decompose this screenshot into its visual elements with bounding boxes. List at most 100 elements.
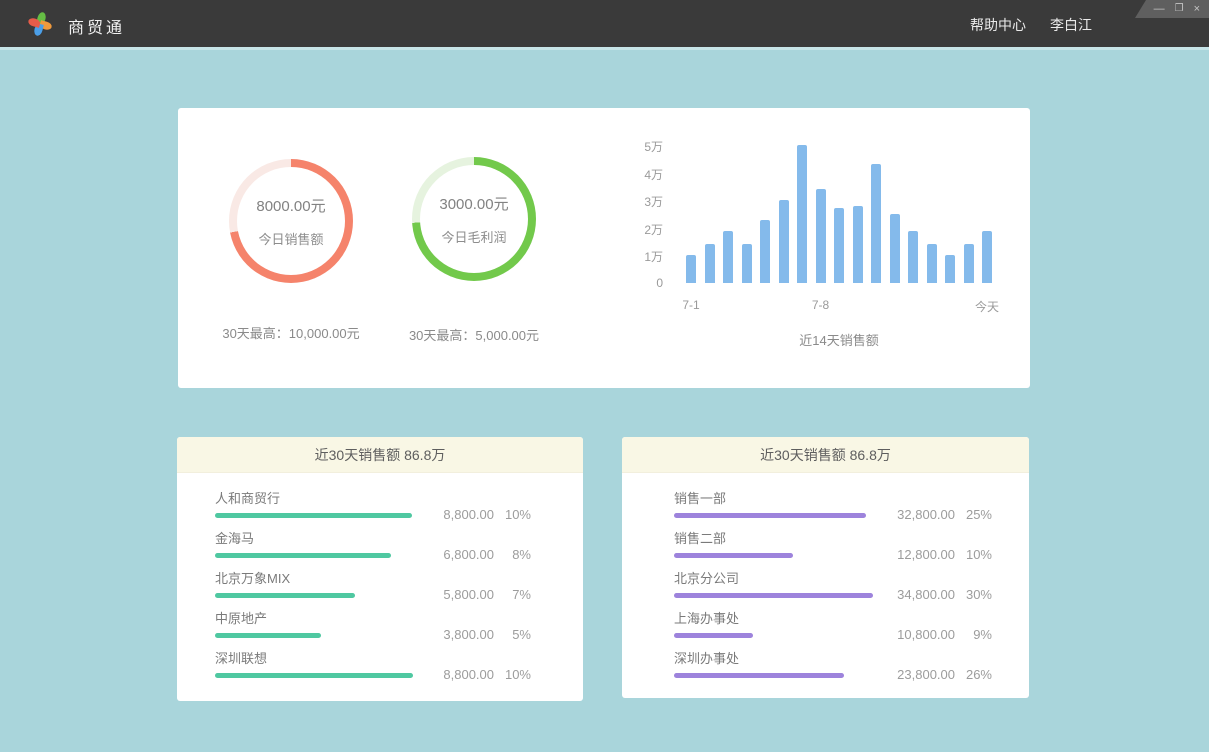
help-center-link[interactable]: 帮助中心 (970, 15, 1026, 35)
rank-bar (215, 553, 391, 558)
rank-percent: 7% (494, 587, 531, 602)
rank-percent: 25% (955, 507, 992, 522)
topbar-highlight-strip (0, 47, 1209, 50)
rank-list: 人和商贸行 8,800.00 10% 金海马 6,800.00 8% 北京万象M… (215, 473, 531, 678)
bar-plot (686, 145, 992, 283)
today-profit-value: 3000.00元 (439, 193, 508, 214)
app-window: 商贸通 帮助中心 李白江 — ❐ × 8000.00元 今日销售额 30天最高：… (0, 0, 1209, 752)
bar-day-2 (705, 244, 715, 283)
rank-percent: 10% (494, 507, 531, 522)
rank-amount: 12,800.00 (897, 547, 955, 562)
window-controls: — ❐ × (1135, 0, 1209, 18)
topbar: 商贸通 帮助中心 李白江 — ❐ × (0, 0, 1209, 47)
bar-day-4 (742, 244, 752, 283)
rank-amount: 5,800.00 (443, 587, 494, 602)
card-title: 近30天销售额 86.8万 (622, 437, 1029, 473)
rank-row: 北京分公司 34,800.00 30% (674, 570, 992, 598)
rank-label: 销售二部 (674, 530, 992, 547)
rank-label: 深圳办事处 (674, 650, 992, 667)
bar-y-axis: 5万 4万 3万 2万 1万 0 (598, 138, 663, 290)
bar-day-10 (853, 206, 863, 283)
close-button[interactable]: × (1194, 4, 1200, 15)
bar-day-7 (797, 145, 807, 283)
rank-bar (674, 593, 873, 598)
rank-amount: 3,800.00 (443, 627, 494, 642)
rank-bar (215, 513, 412, 518)
y-tick: 3万 (598, 193, 663, 210)
rank-values: 23,800.00 26% (897, 667, 992, 682)
rank-amount: 6,800.00 (443, 547, 494, 562)
user-menu[interactable]: 李白江 (1050, 15, 1092, 35)
bar-day-11 (871, 164, 881, 283)
rank-label: 中原地产 (215, 610, 531, 627)
bar-day-16 (964, 244, 974, 283)
rank-percent: 10% (955, 547, 992, 562)
rank-bar (674, 633, 753, 638)
rank-row: 人和商贸行 8,800.00 10% (215, 490, 531, 518)
rank-values: 3,800.00 5% (443, 627, 531, 642)
bar-day-12 (890, 214, 900, 283)
rank-values: 12,800.00 10% (897, 547, 992, 562)
bar-day-9 (834, 208, 844, 283)
bar-x-axis: 7-17-8今天 (686, 298, 992, 314)
maximize-button[interactable]: ❐ (1175, 4, 1184, 14)
rank-label: 北京万象MIX (215, 570, 531, 587)
rank-label: 人和商贸行 (215, 490, 531, 507)
rank-amount: 34,800.00 (897, 587, 955, 602)
rank-label: 销售一部 (674, 490, 992, 507)
rank-label: 金海马 (215, 530, 531, 547)
customer-rank-card: 近30天销售额 86.8万 人和商贸行 8,800.00 10% 金海马 6,8… (177, 437, 583, 701)
rank-bar (674, 553, 793, 558)
bar-chart-title: 近14天销售额 (686, 330, 992, 349)
card-title: 近30天销售额 86.8万 (177, 437, 583, 473)
rank-bar (674, 673, 844, 678)
rank-values: 34,800.00 30% (897, 587, 992, 602)
rank-amount: 10,800.00 (897, 627, 955, 642)
rank-amount: 32,800.00 (897, 507, 955, 522)
rank-row: 上海办事处 10,800.00 9% (674, 610, 992, 638)
rank-percent: 8% (494, 547, 531, 562)
y-tick: 0 (598, 276, 663, 290)
y-tick: 5万 (598, 138, 663, 155)
rank-row: 销售二部 12,800.00 10% (674, 530, 992, 558)
rank-values: 6,800.00 8% (443, 547, 531, 562)
minimize-button[interactable]: — (1154, 4, 1165, 15)
rank-amount: 8,800.00 (443, 667, 494, 682)
rank-percent: 10% (494, 667, 531, 682)
today-sales-donut-center: 8000.00元 今日销售额 (229, 159, 353, 283)
y-tick: 4万 (598, 166, 663, 183)
rank-bar (215, 673, 413, 678)
rank-row: 中原地产 3,800.00 5% (215, 610, 531, 638)
today-summary-card: 8000.00元 今日销售额 30天最高：10,000.00元 3000.00元… (178, 108, 1030, 388)
rank-bar (674, 513, 866, 518)
rank-bar (215, 633, 321, 638)
rank-label: 上海办事处 (674, 610, 992, 627)
rank-row: 北京万象MIX 5,800.00 7% (215, 570, 531, 598)
rank-row: 深圳办事处 23,800.00 26% (674, 650, 992, 678)
rank-values: 5,800.00 7% (443, 587, 531, 602)
today-sales-label: 今日销售额 (258, 229, 323, 248)
bar-day-8 (816, 189, 826, 283)
rank-label: 深圳联想 (215, 650, 531, 667)
y-tick: 1万 (598, 248, 663, 265)
rank-row: 深圳联想 8,800.00 10% (215, 650, 531, 678)
x-tick: 7-8 (812, 298, 829, 312)
rank-bar (215, 593, 355, 598)
rank-percent: 9% (955, 627, 992, 642)
app-title: 商贸通 (68, 14, 125, 38)
x-tick: 7-1 (682, 298, 699, 312)
x-tick: 今天 (975, 298, 999, 315)
rank-percent: 26% (955, 667, 992, 682)
bar-day-14 (927, 244, 937, 283)
rank-values: 32,800.00 25% (897, 507, 992, 522)
rank-row: 销售一部 32,800.00 25% (674, 490, 992, 518)
rank-values: 10,800.00 9% (897, 627, 992, 642)
app-logo-icon (27, 10, 53, 37)
rank-amount: 23,800.00 (897, 667, 955, 682)
y-tick: 2万 (598, 221, 663, 238)
bar-day-13 (908, 231, 918, 283)
today-sales-value: 8000.00元 (256, 195, 325, 216)
today-profit-label: 今日毛利润 (441, 227, 506, 246)
rank-label: 北京分公司 (674, 570, 992, 587)
bar-day-6 (779, 200, 789, 283)
